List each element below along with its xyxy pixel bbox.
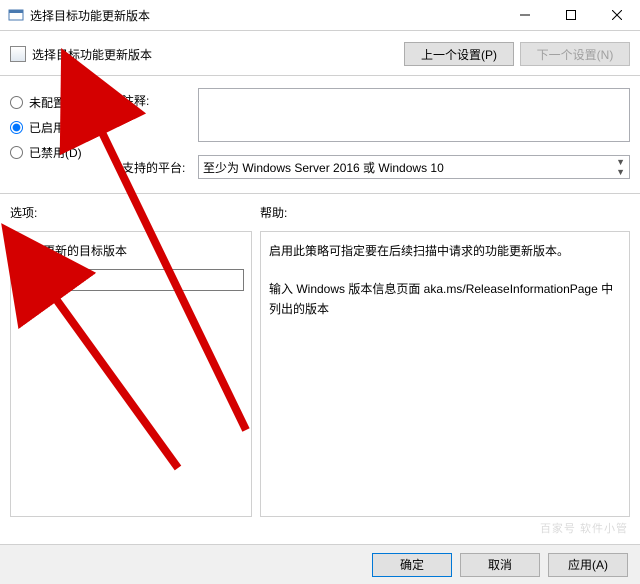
policy-icon [10,46,26,62]
radio-enabled[interactable]: 已启用(E) [10,119,122,136]
comment-input[interactable] [198,88,630,142]
window-title: 选择目标功能更新版本 [30,7,502,24]
radio-label: 未配置(C) [29,94,82,111]
platform-label: 支持的平台: [122,155,192,176]
radio-enabled-input[interactable] [10,121,23,134]
options-pane: 功能更新的目标版本 [10,231,252,517]
close-button[interactable] [594,0,640,30]
platform-value: 至少为 Windows Server 2016 或 Windows 10 [203,159,444,176]
radio-label: 已启用(E) [29,119,81,136]
radio-label: 已禁用(D) [29,144,82,161]
apply-button[interactable]: 应用(A) [548,553,628,577]
help-pane: 启用此策略可指定要在后续扫描中请求的功能更新版本。 输入 Windows 版本信… [260,231,630,517]
platform-select[interactable]: 至少为 Windows Server 2016 或 Windows 10 ▼▼ [198,155,630,179]
maximize-button[interactable] [548,0,594,30]
chevron-down-icon: ▼▼ [616,157,625,177]
window-icon [8,7,24,23]
help-text: 启用此策略可指定要在后续扫描中请求的功能更新版本。 [269,242,621,261]
cancel-button[interactable]: 取消 [460,553,540,577]
radio-disabled-input[interactable] [10,146,23,159]
radio-not-configured-input[interactable] [10,96,23,109]
titlebar: 选择目标功能更新版本 [0,0,640,31]
prev-setting-button[interactable]: 上一个设置(P) [404,42,514,66]
help-heading: 帮助: [260,204,287,221]
options-heading: 选项: [10,204,260,221]
policy-title: 选择目标功能更新版本 [32,46,398,63]
target-version-label: 功能更新的目标版本 [19,242,243,259]
next-setting-button: 下一个设置(N) [520,42,630,66]
radio-disabled[interactable]: 已禁用(D) [10,144,122,161]
footer: 确定 取消 应用(A) [0,544,640,584]
watermark: 百家号 软件小管 [540,520,628,536]
ok-button[interactable]: 确定 [372,553,452,577]
divider [0,193,640,194]
radio-not-configured[interactable]: 未配置(C) [10,94,122,111]
window-controls [502,0,640,30]
minimize-button[interactable] [502,0,548,30]
help-text: 输入 Windows 版本信息页面 aka.ms/ReleaseInformat… [269,280,621,318]
divider [0,75,640,76]
comment-label: 注释: [122,88,192,109]
target-version-input[interactable] [19,269,244,291]
